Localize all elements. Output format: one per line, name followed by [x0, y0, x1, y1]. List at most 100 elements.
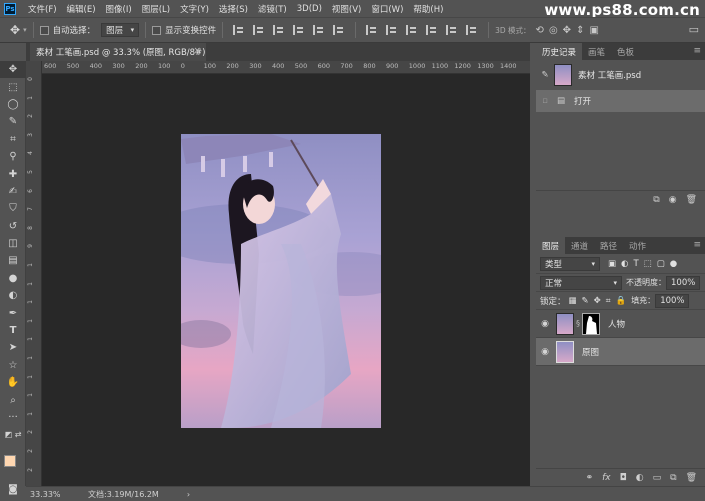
blend-mode-dropdown[interactable]: 正常 ▾ [540, 275, 622, 290]
menu-layer[interactable]: 图层(L) [142, 3, 170, 15]
fill-field[interactable]: 100% [655, 293, 690, 308]
history-snapshot[interactable]: ✎ 素材 工笔画.psd [536, 60, 705, 90]
show-transform-checkbox[interactable] [152, 25, 162, 35]
default-colors-icon[interactable]: ◩ ⇄ [0, 426, 26, 443]
lock-pixels-icon[interactable]: ✎ [582, 296, 589, 306]
layer-filter-dropdown[interactable]: 类型 ▾ [540, 256, 600, 271]
shape-tool-icon[interactable]: ☆ [0, 357, 26, 374]
layer-row-original[interactable]: ◉ 原图 [536, 338, 705, 366]
marquee-tool-icon[interactable]: ⬚ [0, 78, 26, 95]
zoom-level[interactable]: 33.33% [30, 490, 80, 499]
menu-window[interactable]: 窗口(W) [371, 3, 403, 15]
history-brush-tool-icon[interactable]: ↺ [0, 218, 26, 235]
adjustment-layer-icon[interactable]: ◐ [636, 473, 644, 483]
brush-tool-icon[interactable]: ✍ [0, 183, 26, 200]
menu-filter[interactable]: 滤镜(T) [258, 3, 287, 15]
history-brush-source-icon[interactable]: ✎ [536, 70, 554, 80]
new-document-from-state-icon[interactable]: ⧉ [653, 195, 659, 205]
align-right-icon[interactable] [333, 25, 345, 35]
lock-all-icon[interactable]: 🔒 [616, 296, 627, 306]
canvas-area[interactable] [42, 74, 530, 486]
layer-row-person[interactable]: ◉ § 人物 [536, 310, 705, 338]
close-icon[interactable]: × [193, 46, 201, 56]
history-step[interactable]: ▫ ▤ 打开 [536, 90, 705, 112]
fx-icon[interactable]: fx [602, 473, 611, 483]
menu-image[interactable]: 图像(I) [106, 3, 132, 15]
3d-orbit-icon[interactable]: ⟲ [536, 25, 544, 36]
clone-stamp-tool-icon[interactable]: ⛉ [0, 200, 26, 217]
trash-icon[interactable]: 🗑 [686, 195, 697, 205]
folder-icon[interactable]: ▭ [653, 473, 662, 483]
eye-icon[interactable]: ◉ [536, 319, 554, 329]
pen-tool-icon[interactable]: ✒ [0, 304, 26, 321]
status-arrow-icon[interactable]: › [187, 490, 190, 499]
type-tool-icon[interactable]: T [0, 322, 26, 339]
hand-tool-icon[interactable]: ✋ [0, 374, 26, 391]
layer-mask-thumbnail[interactable] [582, 312, 600, 335]
lock-transparent-icon[interactable]: ▦ [569, 296, 577, 306]
opacity-field[interactable]: 100% [666, 275, 700, 290]
align-bottom-icon[interactable] [273, 25, 285, 35]
tab-history[interactable]: 历史记录 [536, 43, 583, 60]
menu-file[interactable]: 文件(F) [28, 3, 57, 15]
auto-select-checkbox[interactable] [39, 25, 49, 35]
quick-mask-icon[interactable]: ◙ [0, 481, 26, 498]
distribute-right-icon[interactable] [466, 25, 478, 35]
filter-shape-icon[interactable]: ⬚ [644, 259, 652, 269]
distribute-vcenter-icon[interactable] [386, 25, 398, 35]
lasso-tool-icon[interactable]: ◯ [0, 96, 26, 113]
distribute-left-icon[interactable] [426, 25, 438, 35]
new-layer-icon[interactable]: ⧉ [670, 473, 676, 483]
lock-artboard-icon[interactable]: ⌗ [606, 296, 611, 306]
foreground-color-swatch[interactable] [4, 455, 16, 467]
3d-pan-icon[interactable]: ✥ [563, 25, 571, 36]
filter-smart-object-icon[interactable]: ▢ [657, 259, 665, 269]
auto-select-dropdown[interactable]: 图层 ▾ [101, 23, 140, 37]
workspace-icon[interactable]: ▭ [689, 23, 699, 36]
healing-brush-tool-icon[interactable]: ✚ [0, 165, 26, 182]
tab-actions[interactable]: 动作 [623, 237, 652, 254]
3d-roll-icon[interactable]: ◎ [549, 25, 558, 36]
distribute-bottom-icon[interactable] [406, 25, 418, 35]
panel-menu-icon[interactable]: ≡ [693, 46, 701, 56]
eraser-tool-icon[interactable]: ◫ [0, 235, 26, 252]
trash-icon[interactable]: 🗑 [686, 473, 697, 483]
quick-select-tool-icon[interactable]: ✎ [0, 113, 26, 130]
link-layers-icon[interactable]: ⚭ [586, 473, 594, 483]
lock-position-icon[interactable]: ✥ [594, 296, 601, 306]
eyedropper-tool-icon[interactable]: ⚲ [0, 148, 26, 165]
align-top-icon[interactable] [233, 25, 245, 35]
gradient-tool-icon[interactable]: ▤ [0, 252, 26, 269]
tab-brush[interactable]: 画笔 [582, 43, 611, 60]
menu-3d[interactable]: 3D(D) [297, 4, 322, 14]
zoom-tool-icon[interactable]: ⌕ [0, 391, 26, 408]
3d-slide-icon[interactable]: ⇕ [576, 25, 584, 36]
3d-scale-icon[interactable]: ▣ [589, 25, 598, 36]
menu-type[interactable]: 文字(Y) [180, 3, 209, 15]
path-select-tool-icon[interactable]: ➤ [0, 339, 26, 356]
move-tool-icon[interactable]: ✥ [10, 23, 20, 37]
tab-layers[interactable]: 图层 [536, 237, 566, 254]
dodge-tool-icon[interactable]: ◐ [0, 287, 26, 304]
filter-pixel-icon[interactable]: ▣ [608, 259, 616, 269]
tool-preset-chevron-icon[interactable]: ▾ [23, 26, 27, 34]
camera-icon[interactable]: ◉ [669, 195, 677, 205]
history-step-checkbox[interactable]: ▫ [536, 96, 554, 106]
menu-help[interactable]: 帮助(H) [413, 3, 443, 15]
document-tab[interactable]: 素材 工笔画.psd @ 33.3% (原图, RGB/8#) × [30, 43, 206, 61]
filter-adjustment-icon[interactable]: ◐ [621, 259, 628, 269]
align-left-icon[interactable] [293, 25, 305, 35]
eye-icon[interactable]: ◉ [536, 347, 554, 357]
menu-view[interactable]: 视图(V) [332, 3, 361, 15]
move-tool-icon[interactable]: ✥ [0, 61, 26, 79]
chain-link-icon[interactable]: § [576, 319, 580, 328]
menu-select[interactable]: 选择(S) [219, 3, 248, 15]
add-mask-icon[interactable]: ◘ [620, 473, 627, 483]
align-vcenter-icon[interactable] [253, 25, 265, 35]
align-hcenter-icon[interactable] [313, 25, 325, 35]
tab-swatches[interactable]: 色板 [611, 43, 640, 60]
panel-menu-icon[interactable]: ≡ [693, 240, 701, 250]
tab-paths[interactable]: 路径 [594, 237, 623, 254]
filter-toggle-icon[interactable]: ● [670, 259, 677, 269]
distribute-top-icon[interactable] [366, 25, 378, 35]
